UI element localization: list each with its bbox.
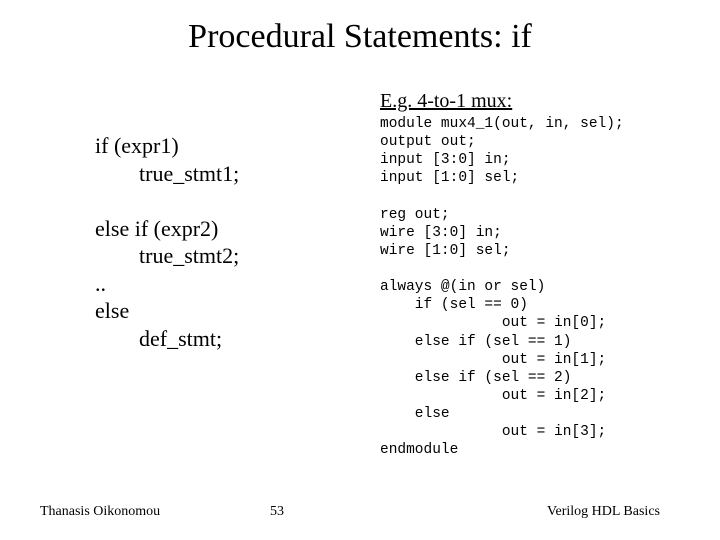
verilog-code: module mux4_1(out, in, sel); output out;… [380,115,700,459]
author-name: Thanasis Oikonomou [40,504,160,520]
slide: Procedural Statements: if E.g. 4-to-1 mu… [0,0,720,540]
footer-subject: Verilog HDL Basics [547,504,660,520]
page-title: Procedural Statements: if [0,18,720,56]
page-number: 53 [270,504,284,520]
syntax-pseudocode: if (expr1) true_stmt1; else if (expr2) t… [95,132,355,352]
example-heading: E.g. 4-to-1 mux: [380,90,512,113]
